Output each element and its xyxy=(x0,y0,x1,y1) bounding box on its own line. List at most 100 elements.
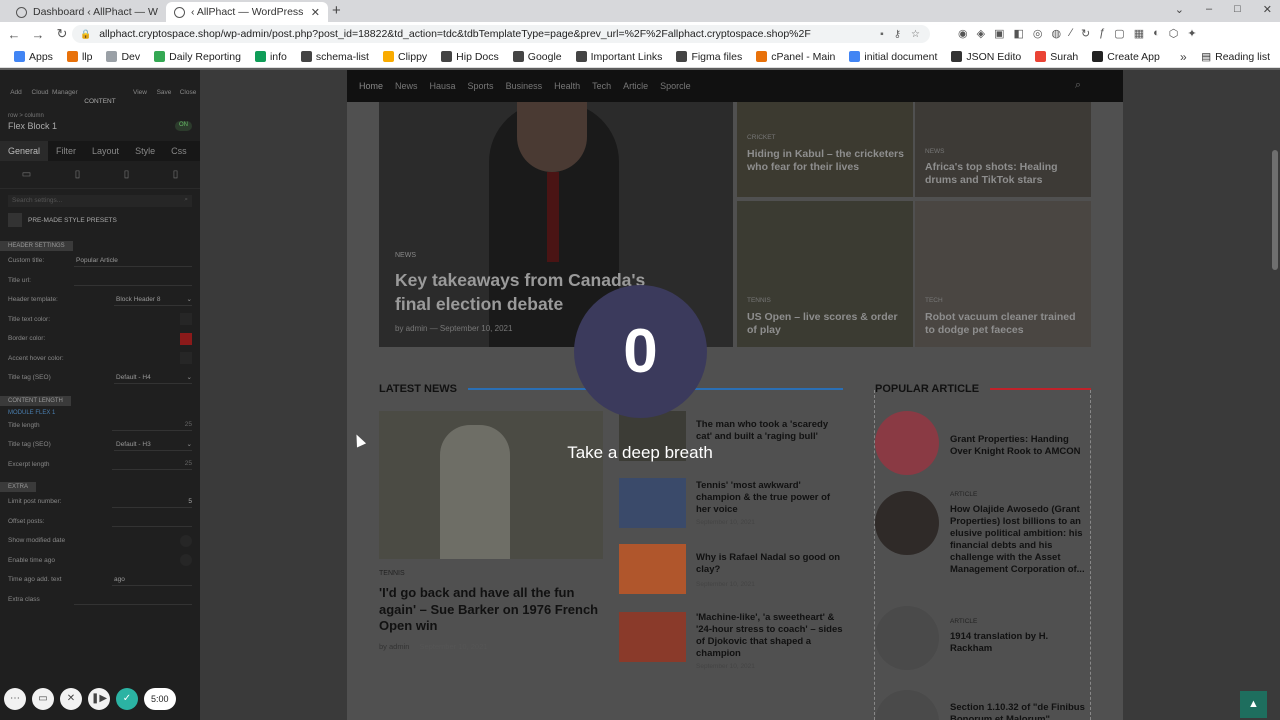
breadcrumb[interactable]: row > column xyxy=(0,105,200,119)
more-bookmarks-icon[interactable]: » xyxy=(1180,50,1187,64)
tab-general[interactable]: General xyxy=(0,141,49,161)
tab-dashboard[interactable]: Dashboard ‹ AllPhact — W ✕ xyxy=(8,2,164,22)
cloud-button[interactable]: Cloud xyxy=(28,89,52,96)
popular-title[interactable]: Grant Properties: Handing Over Knight Ro… xyxy=(950,434,1091,458)
menu-health[interactable]: Health xyxy=(554,81,580,91)
extra-class-input[interactable] xyxy=(74,593,192,606)
extension-icon[interactable]: ∕ xyxy=(1070,27,1072,40)
maximize-icon[interactable]: □ xyxy=(1234,3,1241,16)
pause-icon[interactable]: ❚▶ xyxy=(88,688,110,710)
list-thumbnail[interactable] xyxy=(619,478,686,528)
bookmark-item[interactable]: Hip Docs xyxy=(441,51,499,63)
page-scrollbar[interactable] xyxy=(1272,150,1278,270)
minimize-icon[interactable]: – xyxy=(1206,3,1212,16)
camera-icon[interactable]: ▪ xyxy=(880,29,884,40)
limit-input[interactable]: 5 xyxy=(112,496,192,508)
extension-icon[interactable]: ▢ xyxy=(1114,27,1124,40)
style-presets[interactable]: PRE-MADE STYLE PRESETS xyxy=(8,213,192,227)
title-length-input[interactable]: 25 xyxy=(112,419,192,432)
bookmark-item[interactable]: Important Links xyxy=(575,51,662,63)
bookmark-item[interactable]: JSON Edito xyxy=(951,51,1021,63)
menu-home[interactable]: Home xyxy=(359,81,383,91)
tile-title[interactable]: Robot vacuum cleaner trained to dodge pe… xyxy=(925,311,1085,337)
hero-category[interactable]: NEWS xyxy=(395,252,416,259)
tab-filter[interactable]: Filter xyxy=(48,141,84,161)
tile-title[interactable]: US Open – live scores & order of play xyxy=(747,311,907,337)
key-icon[interactable]: ⚷ xyxy=(894,29,901,40)
cancel-icon[interactable]: ✕ xyxy=(60,688,82,710)
list-thumbnail[interactable] xyxy=(619,544,686,594)
custom-title-input[interactable]: Popular Article xyxy=(74,255,192,267)
popular-title[interactable]: How Olajide Awosedo (Grant Properties) l… xyxy=(950,504,1091,576)
bookmark-item[interactable]: Clippy xyxy=(382,51,427,63)
popular-category[interactable]: ARTICLE xyxy=(950,618,977,625)
title-url-input[interactable] xyxy=(74,274,192,287)
tile-article[interactable]: NEWS Africa's top shots: Healing drums a… xyxy=(915,102,1091,197)
bookmark-item[interactable]: llp xyxy=(66,51,92,63)
phone-icon[interactable]: ▯ xyxy=(173,169,179,180)
show-modified-checkbox[interactable] xyxy=(180,534,192,547)
list-title[interactable]: The man who took a 'scaredy cat' and bui… xyxy=(696,419,844,443)
list-title[interactable]: Why is Rafael Nadal so good on clay? xyxy=(696,552,844,576)
save-button[interactable]: Save xyxy=(152,89,176,96)
title-tag2-select[interactable]: Default - H3 ⌄ xyxy=(114,439,192,451)
list-title[interactable]: 'Machine-like', 'a sweetheart' & '24-hou… xyxy=(696,612,844,660)
tile-article[interactable]: TENNIS US Open – live scores & order of … xyxy=(737,201,913,347)
landscape-icon[interactable]: ▯ xyxy=(75,169,81,180)
popular-title[interactable]: 1914 translation by H. Rackham xyxy=(950,631,1091,655)
popular-item[interactable]: Section 1.10.32 of "de Finibus Bonorum e… xyxy=(875,690,1091,720)
bookmark-item[interactable]: info xyxy=(254,51,287,63)
offset-input[interactable] xyxy=(112,515,192,528)
list-item[interactable]: Why is Rafael Nadal so good on clay? Sep… xyxy=(619,544,844,599)
popular-category[interactable]: ARTICLE xyxy=(950,491,977,498)
camera-icon[interactable]: ▭ xyxy=(32,688,54,710)
time-ago-checkbox[interactable] xyxy=(180,554,192,567)
popular-thumbnail[interactable] xyxy=(875,411,939,475)
tile-category[interactable]: TECH xyxy=(925,297,943,304)
search-icon[interactable]: ⌕ xyxy=(1075,79,1081,92)
featured-author[interactable]: admin xyxy=(389,642,409,651)
tab-layout[interactable]: Layout xyxy=(84,141,127,161)
hero-author[interactable]: admin xyxy=(406,324,428,333)
settings-search-input[interactable]: Search settings... ⌕ xyxy=(8,195,192,207)
finish-icon[interactable]: ✓ xyxy=(116,688,138,710)
menu-hausa[interactable]: Hausa xyxy=(430,81,456,91)
tile-article[interactable]: TECH Robot vacuum cleaner trained to dod… xyxy=(915,201,1091,347)
list-item[interactable]: Tennis' 'most awkward' champion & the tr… xyxy=(619,478,844,533)
menu-sporcle[interactable]: Sporcle xyxy=(660,81,691,91)
extension-icon[interactable]: ▦ xyxy=(1134,27,1144,40)
menu-news[interactable]: News xyxy=(395,81,418,91)
header-template-select[interactable]: Block Header 8 ⌄ xyxy=(114,294,192,306)
more-icon[interactable]: ⋯ xyxy=(4,688,26,710)
menu-sports[interactable]: Sports xyxy=(468,81,494,91)
popular-thumbnail[interactable] xyxy=(875,491,939,555)
tab-css[interactable]: Css xyxy=(163,141,195,161)
color-picker[interactable] xyxy=(180,313,192,326)
featured-title[interactable]: 'I'd go back and have all the fun again'… xyxy=(379,585,603,635)
popular-title[interactable]: Section 1.10.32 of "de Finibus Bonorum e… xyxy=(950,702,1091,720)
bookmark-item[interactable]: initial document xyxy=(849,51,937,63)
extension-icon[interactable]: ◍ xyxy=(1052,27,1062,40)
bookmark-item[interactable]: Create App xyxy=(1092,51,1160,63)
color-picker[interactable] xyxy=(180,352,192,365)
star-icon[interactable]: ☆ xyxy=(911,29,920,40)
menu-business[interactable]: Business xyxy=(506,81,543,91)
popular-item[interactable]: ARTICLE 1914 translation by H. Rackham xyxy=(875,606,1091,670)
list-thumbnail[interactable] xyxy=(619,612,686,662)
reload-icon[interactable]: ↻ xyxy=(52,26,72,42)
forward-icon[interactable]: → xyxy=(28,27,48,42)
manager-button[interactable]: Manager xyxy=(52,89,78,96)
tab-wordpress[interactable]: ‹ AllPhact — WordPress ✕ xyxy=(166,2,328,22)
new-tab-icon[interactable]: + xyxy=(332,2,341,19)
desktop-icon[interactable]: ▭ xyxy=(22,169,31,180)
tile-title[interactable]: Hiding in Kabul – the cricketers who fea… xyxy=(747,148,907,174)
extension-icon[interactable]: ƒ xyxy=(1099,27,1105,40)
tile-category[interactable]: TENNIS xyxy=(747,297,771,304)
menu-article[interactable]: Article xyxy=(623,81,648,91)
tile-article[interactable]: CRICKET Hiding in Kabul – the cricketers… xyxy=(737,102,913,197)
bookmark-item[interactable]: schema-list xyxy=(300,51,369,63)
tile-category[interactable]: NEWS xyxy=(925,148,945,155)
portrait-icon[interactable]: ▯ xyxy=(124,169,130,180)
extension-icon[interactable]: ▣ xyxy=(994,27,1004,40)
list-title[interactable]: Tennis' 'most awkward' champion & the tr… xyxy=(696,480,844,516)
